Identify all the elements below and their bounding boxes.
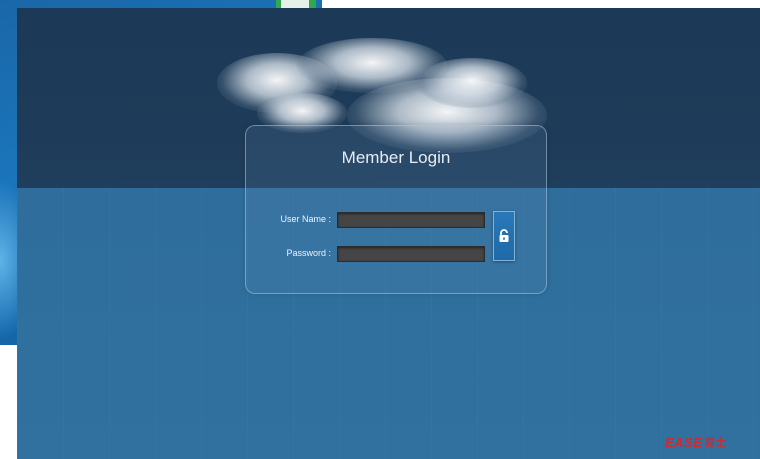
screen: Member Login User Name : Password : EASE… (0, 0, 760, 459)
username-label: User Name : (280, 214, 331, 224)
desktop-icon[interactable] (276, 0, 316, 8)
password-input[interactable] (337, 246, 485, 262)
login-title: Member Login (341, 148, 451, 167)
cloud-image (417, 58, 527, 108)
brand-logo: EASE 易士 (665, 434, 726, 450)
unlock-icon (499, 229, 509, 242)
brand-name: EASE (665, 434, 703, 450)
brand-suffix: 易士 (704, 436, 727, 449)
login-panel: Member Login User Name : Password : (245, 125, 547, 294)
password-label: Password : (286, 248, 331, 258)
username-input[interactable] (337, 212, 485, 228)
login-window: Member Login User Name : Password : EASE… (17, 8, 760, 459)
login-button[interactable] (493, 211, 515, 261)
